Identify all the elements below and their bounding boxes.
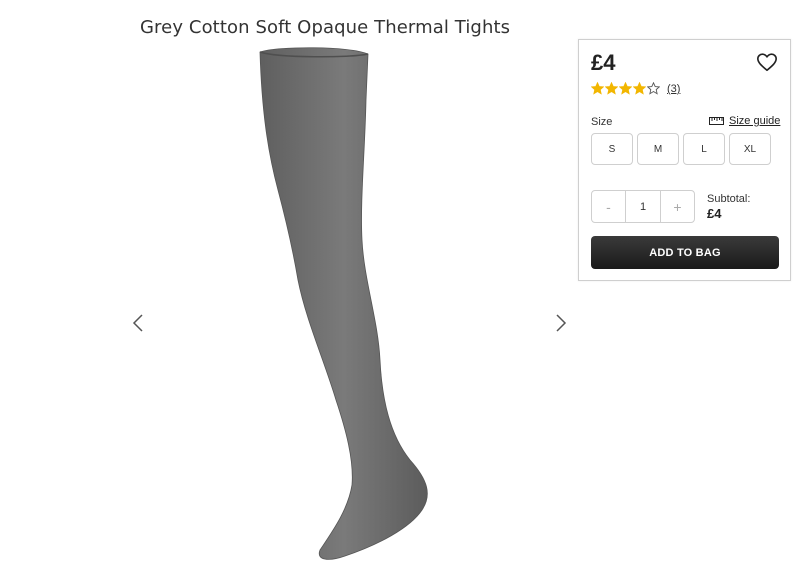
heart-icon [757, 53, 777, 72]
size-guide-link[interactable]: Size guide [709, 115, 780, 127]
next-image-button[interactable] [549, 308, 573, 338]
quantity-decrease-button[interactable]: - [592, 191, 626, 222]
add-to-bag-button[interactable]: ADD TO BAG [591, 236, 779, 269]
quantity-stepper: - 1 + [591, 190, 695, 223]
star-icon [647, 82, 660, 95]
size-option-s[interactable]: S [591, 133, 633, 165]
star-icon [619, 82, 632, 95]
product-image [259, 47, 428, 560]
purchase-panel: £4 (3) Size Size guide S M L XL - 1 + Su… [578, 39, 791, 281]
ruler-icon [709, 117, 724, 125]
wishlist-button[interactable] [756, 51, 778, 73]
star-icon [633, 82, 646, 95]
size-option-xl[interactable]: XL [729, 133, 771, 165]
size-guide-label: Size guide [729, 115, 781, 127]
chevron-left-icon [132, 314, 143, 332]
subtotal-value: £4 [707, 206, 722, 221]
price: £4 [591, 50, 616, 75]
star-icon [605, 82, 618, 95]
size-option-l[interactable]: L [683, 133, 725, 165]
quantity-increase-button[interactable]: + [660, 191, 694, 222]
product-title: Grey Cotton Soft Opaque Thermal Tights [140, 17, 511, 39]
subtotal-label: Subtotal: [707, 193, 751, 205]
rating-stars [591, 82, 661, 95]
size-option-m[interactable]: M [637, 133, 679, 165]
previous-image-button[interactable] [126, 308, 150, 338]
size-label: Size [591, 116, 613, 128]
quantity-input[interactable]: 1 [626, 191, 660, 222]
chevron-right-icon [556, 314, 567, 332]
product-gallery [110, 40, 580, 581]
size-selector: S M L XL [591, 133, 771, 165]
review-count-link[interactable]: (3) [667, 83, 680, 95]
star-icon [591, 82, 604, 95]
